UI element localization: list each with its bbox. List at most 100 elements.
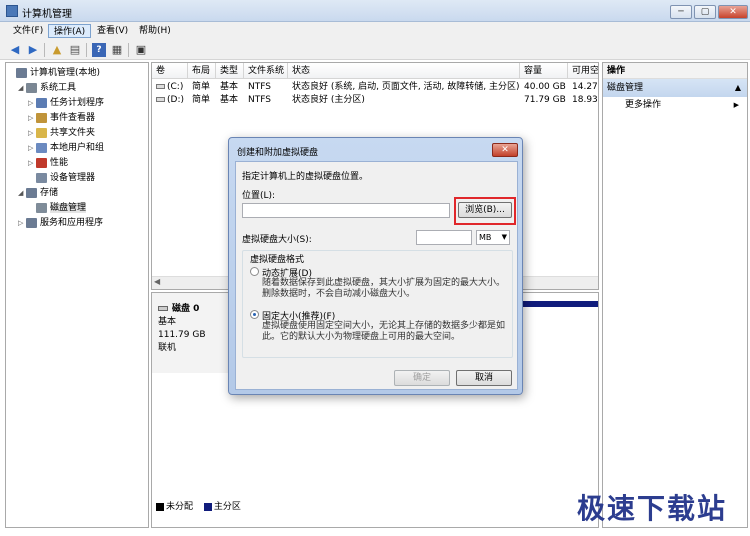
tree-item-label: 系统工具 xyxy=(40,83,77,93)
menu-action[interactable]: 操作(A) xyxy=(48,24,92,38)
column-header-filesystem[interactable]: 文件系统 xyxy=(244,63,288,79)
expand-toggle-icon[interactable]: ▷ xyxy=(28,126,36,141)
column-header-free-space[interactable]: 可用空 xyxy=(568,63,598,79)
computer-management-icon xyxy=(6,5,18,17)
disk-size: 111.79 GB xyxy=(158,330,206,340)
more-actions-label: 更多操作 xyxy=(625,100,662,110)
chevron-down-icon: ▼ xyxy=(501,233,507,241)
tree-node-icon xyxy=(36,127,47,138)
volume-filesystem: NTFS xyxy=(248,95,271,105)
tree-item-label: 设备管理器 xyxy=(50,173,96,183)
volume-type: 基本 xyxy=(220,82,239,92)
column-header-layout[interactable]: 布局 xyxy=(188,63,216,79)
expand-toggle-icon[interactable]: ◢ xyxy=(18,81,26,96)
back-arrow-icon[interactable]: ◀ xyxy=(8,43,22,57)
ok-button[interactable]: 确定 xyxy=(394,370,450,386)
tree-item[interactable]: 设备管理器 xyxy=(8,171,146,186)
legend-item: 未分配 xyxy=(156,502,193,512)
window-title: 计算机管理 xyxy=(22,9,72,20)
expand-toggle-icon[interactable]: ◢ xyxy=(18,186,26,201)
disk-type: 基本 xyxy=(158,317,177,327)
column-header-status[interactable]: 状态 xyxy=(288,63,520,79)
menu-view[interactable]: 查看(V) xyxy=(92,24,133,38)
collapse-icon[interactable]: ▲ xyxy=(735,79,741,97)
location-input[interactable] xyxy=(242,203,450,218)
tree-item[interactable]: ▷ 性能 xyxy=(8,156,146,171)
dialog-body: 指定计算机上的虚拟硬盘位置。 位置(L): 浏览(B)... 虚拟硬盘大小(S)… xyxy=(235,161,518,390)
legend-swatch-primary xyxy=(203,502,212,511)
close-button[interactable]: ✕ xyxy=(718,5,748,19)
volume-type: 基本 xyxy=(220,95,239,105)
watermark-text: 极速下载站 xyxy=(577,492,728,525)
menu-help[interactable]: 帮助(H) xyxy=(134,24,176,38)
tree-item[interactable]: 计算机管理(本地) xyxy=(8,66,146,81)
dynamic-description: 随着数据保存到此虚拟硬盘，其大小扩展为固定的最大大小。删除数据时，不会自动减小磁… xyxy=(262,278,506,299)
tree-node-icon xyxy=(36,172,47,183)
minimize-button[interactable]: ─ xyxy=(670,5,692,19)
dialog-close-button[interactable]: ✕ xyxy=(492,143,518,157)
tree-item[interactable]: ▷ 服务和应用程序 xyxy=(8,216,146,231)
highlight-box xyxy=(454,197,516,225)
tree-item[interactable]: 磁盘管理 xyxy=(8,201,146,216)
forward-arrow-icon[interactable]: ▶ xyxy=(26,43,40,57)
dialog-instruction: 指定计算机上的虚拟硬盘位置。 xyxy=(242,172,369,182)
console-icon[interactable]: ▣ xyxy=(134,43,148,57)
scroll-left-icon[interactable]: ◀ xyxy=(154,277,160,286)
cancel-button[interactable]: 取消 xyxy=(456,370,512,386)
location-label: 位置(L): xyxy=(242,191,276,201)
legend-item: 主分区 xyxy=(203,502,241,512)
column-header-capacity[interactable]: 容量 xyxy=(520,63,568,79)
menu-bar: 文件(F) 操作(A) 查看(V) 帮助(H) xyxy=(0,22,750,40)
expand-toggle-icon[interactable]: ▷ xyxy=(28,141,36,156)
column-header-type[interactable]: 类型 xyxy=(216,63,244,79)
more-actions[interactable]: 更多操作 ▶ xyxy=(603,97,747,113)
volume-free-space: 18.93 xyxy=(572,95,598,105)
tree-item[interactable]: ◢ 系统工具 xyxy=(8,81,146,96)
expand-toggle-icon[interactable]: ▷ xyxy=(28,96,36,111)
tree-item-label: 计算机管理(本地) xyxy=(30,68,101,78)
tree-item[interactable]: ▷ 共享文件夹 xyxy=(8,126,146,141)
fixed-radio[interactable] xyxy=(250,310,259,319)
volume-name: (C:) xyxy=(167,82,184,92)
disk-status: 联机 xyxy=(158,343,177,353)
actions-section-disk-management[interactable]: 磁盘管理 ▲ xyxy=(603,79,747,97)
actions-header: 操作 xyxy=(603,63,747,79)
submenu-arrow-icon: ▶ xyxy=(733,101,739,109)
tree-item[interactable]: ▷ 本地用户和组 xyxy=(8,141,146,156)
unit-select[interactable]: MB ▼ xyxy=(476,230,510,245)
tree-item-label: 服务和应用程序 xyxy=(40,218,104,228)
expand-toggle-icon[interactable]: ▷ xyxy=(28,156,36,171)
actions-section-label: 磁盘管理 xyxy=(607,83,644,93)
legend-label: 未分配 xyxy=(166,502,194,512)
expand-toggle-icon[interactable]: ▷ xyxy=(28,111,36,126)
menu-file[interactable]: 文件(F) xyxy=(8,24,48,38)
toolbar-separator xyxy=(86,43,87,57)
expand-toggle-icon[interactable]: ▷ xyxy=(18,216,26,231)
properties-icon[interactable]: ▦ xyxy=(110,43,124,57)
up-level-icon[interactable]: ▲ xyxy=(50,43,64,57)
drive-icon xyxy=(156,84,165,89)
volume-layout: 简单 xyxy=(192,82,211,92)
tree-node-icon xyxy=(36,142,47,153)
tree-item-label: 任务计划程序 xyxy=(50,98,105,108)
maximize-button[interactable]: ▢ xyxy=(694,5,716,19)
tree-item[interactable]: ▷ 任务计划程序 xyxy=(8,96,146,111)
tree-node-icon xyxy=(16,67,27,78)
tree-node-icon xyxy=(26,187,37,198)
tree-item[interactable]: ◢ 存储 xyxy=(8,186,146,201)
size-input[interactable] xyxy=(416,230,472,245)
show-hide-tree-icon[interactable]: ▤ xyxy=(68,43,82,57)
tree-item-label: 事件查看器 xyxy=(50,113,96,123)
partition-bar[interactable] xyxy=(512,301,598,307)
dynamic-radio[interactable] xyxy=(250,267,259,276)
tree-item-label: 本地用户和组 xyxy=(50,143,105,153)
tree-node-icon xyxy=(26,82,37,93)
column-header-volume[interactable]: 卷 xyxy=(152,63,188,79)
help-icon[interactable]: ? xyxy=(92,43,106,57)
toolbar: ◀ ▶ ▲ ▤ ? ▦ ▣ xyxy=(0,40,750,60)
tree-item[interactable]: ▷ 事件查看器 xyxy=(8,111,146,126)
toolbar-separator xyxy=(128,43,129,57)
drive-icon xyxy=(156,97,165,102)
disk-info-panel[interactable]: 磁盘 0 基本 111.79 GB 联机 xyxy=(152,293,234,373)
tree-node-icon xyxy=(36,112,47,123)
